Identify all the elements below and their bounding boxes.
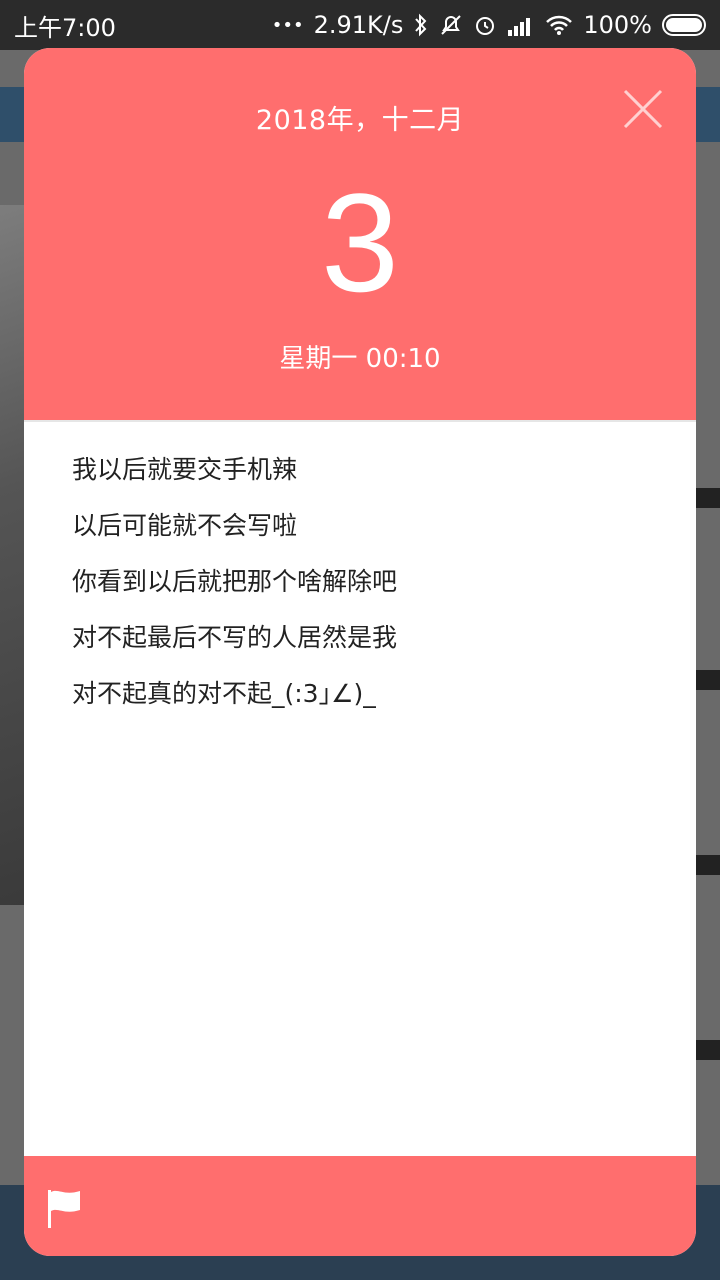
status-icons: ••• 2.91K/s 100% xyxy=(272,11,706,39)
diary-line: 对不起真的对不起_(:3｣∠)_ xyxy=(72,679,376,708)
diary-line: 对不起最后不写的人居然是我 xyxy=(72,623,398,652)
day-number: 3 xyxy=(321,164,399,321)
close-button[interactable] xyxy=(618,84,668,134)
flag-button[interactable] xyxy=(46,1188,82,1230)
battery-icon xyxy=(662,14,706,36)
status-bar: 上午7:00 ••• 2.91K/s 100% xyxy=(0,0,720,50)
more-dots: ••• xyxy=(271,14,304,36)
diary-text: 我以后就要交手机辣 以后可能就不会写啦 你看到以后就把那个啥解除吧 对不起最后不… xyxy=(24,422,696,730)
month-label: 2018年，十二月 xyxy=(255,105,465,136)
diary-line: 你看到以后就把那个啥解除吧 xyxy=(72,567,398,596)
signal-icon xyxy=(507,14,535,36)
close-icon xyxy=(623,89,663,129)
flag-icon xyxy=(48,1190,80,1228)
bluetooth-icon xyxy=(413,13,429,37)
mute-icon xyxy=(439,13,463,37)
diary-line: 我以后就要交手机辣 xyxy=(72,455,298,484)
diary-dialog: 2018年，十二月 3 星期一 00:10 我以后就要交手机辣 以后可能就不会写… xyxy=(24,48,696,1256)
status-time: 上午7:00 xyxy=(14,13,116,42)
diary-line: 以后可能就不会写啦 xyxy=(72,511,298,540)
dialog-body: 我以后就要交手机辣 以后可能就不会写啦 你看到以后就把那个啥解除吧 对不起最后不… xyxy=(24,420,696,1156)
dialog-footer xyxy=(24,1156,696,1256)
weekday-time: 星期一 00:10 xyxy=(279,344,441,374)
network-speed: 2.91K/s xyxy=(313,11,404,39)
wifi-icon xyxy=(545,14,573,36)
alarm-icon xyxy=(473,13,497,37)
dialog-header: 2018年，十二月 3 星期一 00:10 xyxy=(24,48,696,420)
battery-percent: 100% xyxy=(583,11,652,39)
